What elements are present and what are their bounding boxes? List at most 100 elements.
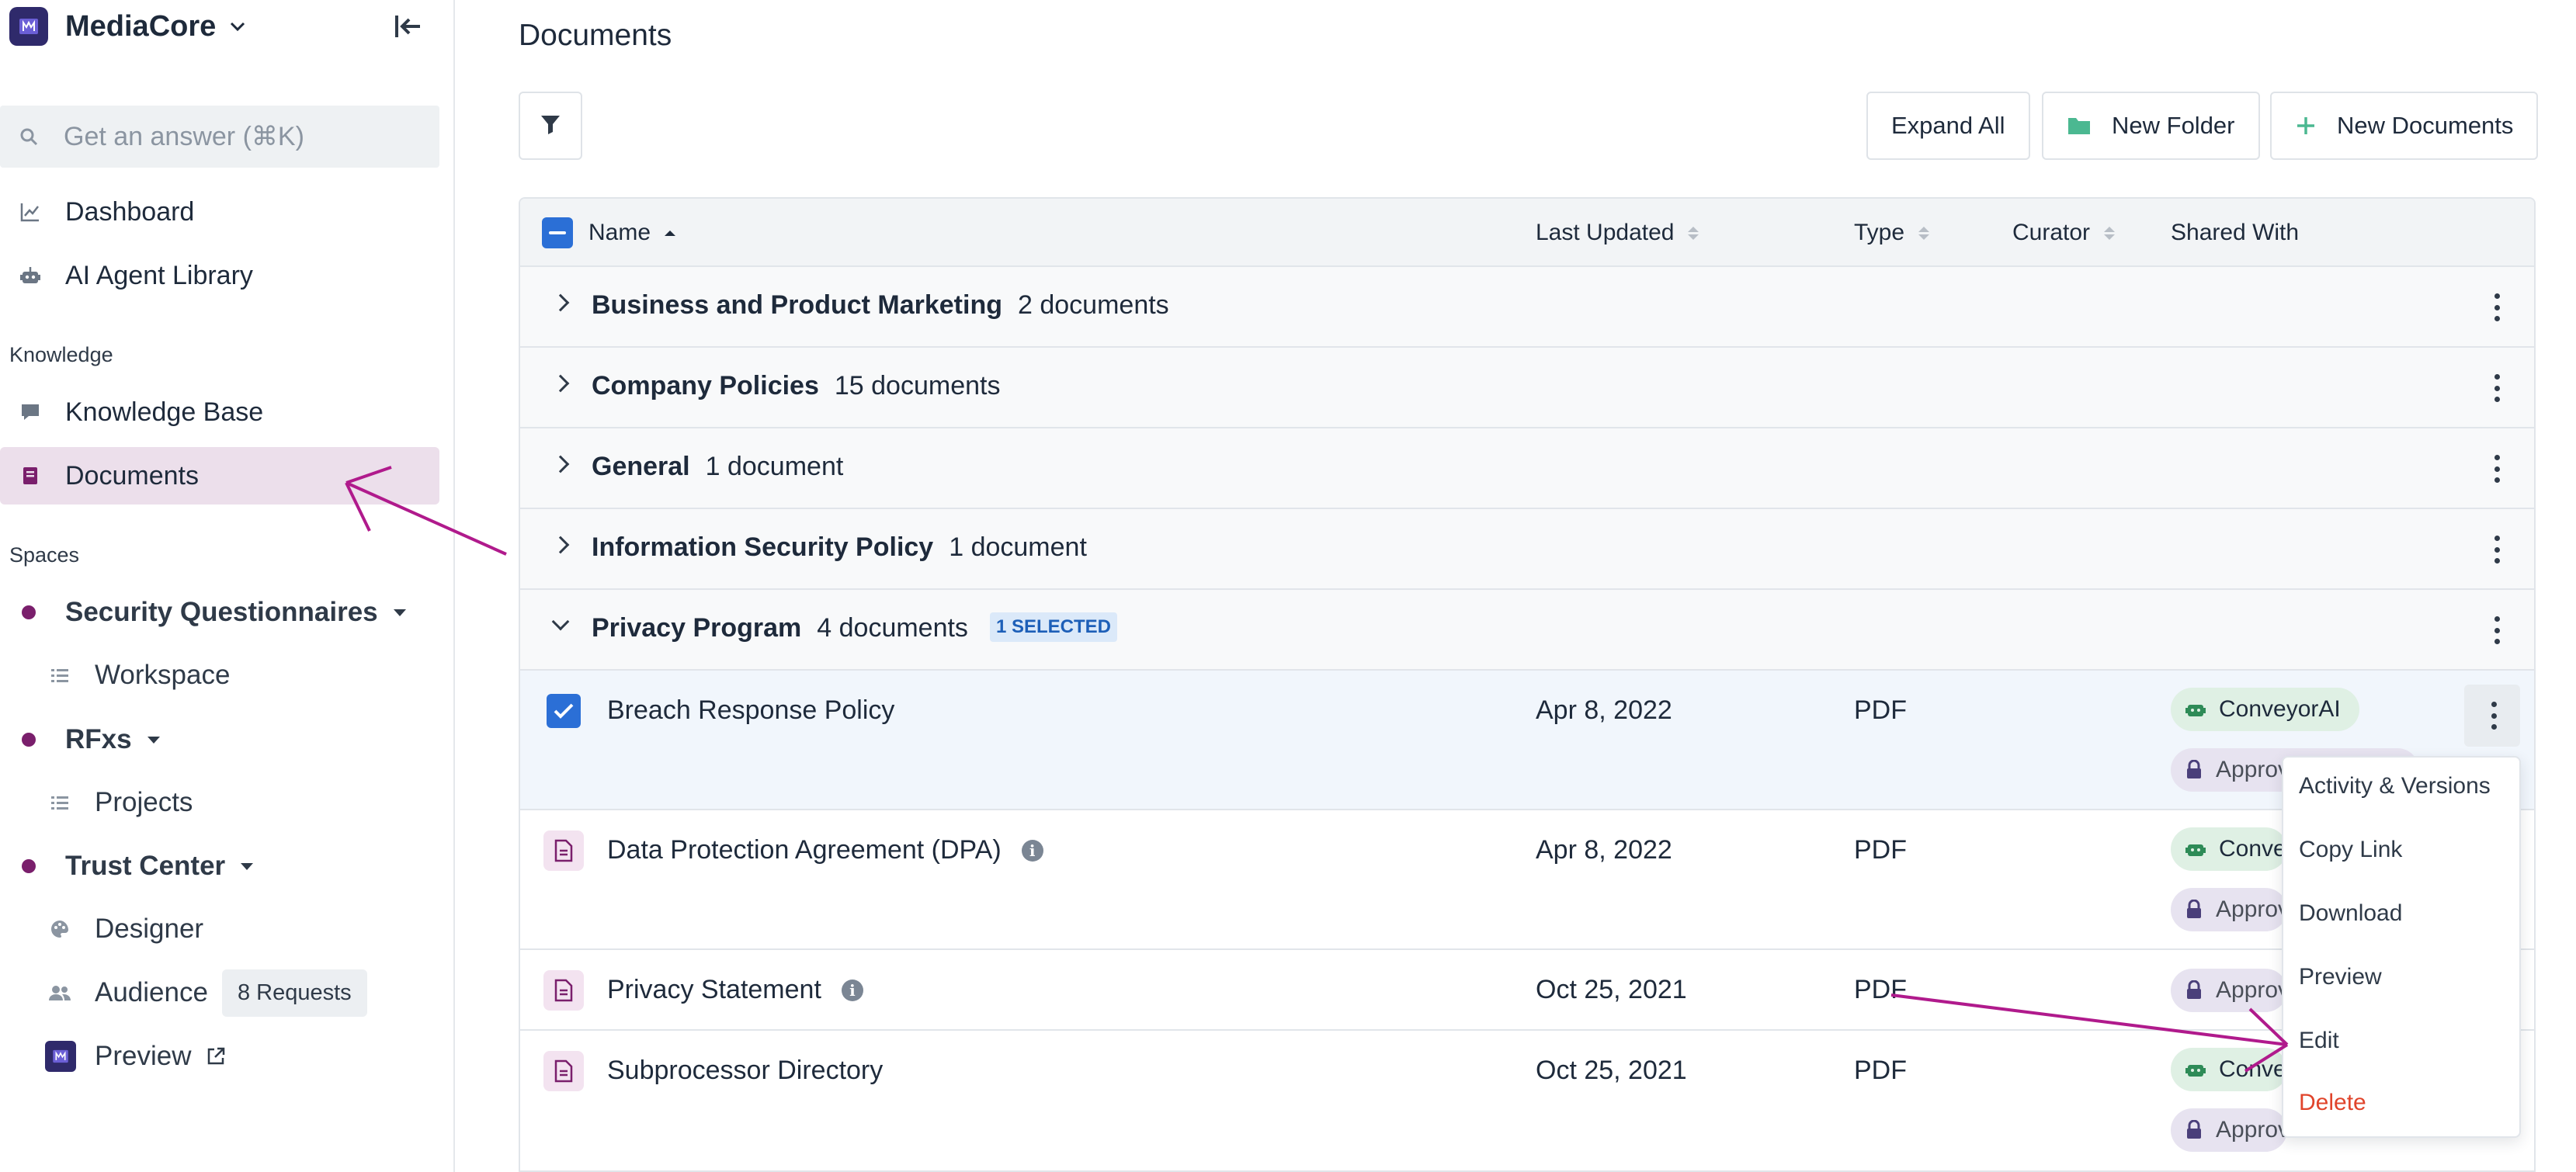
document-name[interactable]: Privacy Statement — [607, 975, 821, 1005]
new-documents-button[interactable]: New Documents — [2270, 92, 2539, 160]
workspace-switcher[interactable]: MediaCore — [9, 5, 247, 48]
sidebar-item-dashboard[interactable]: Dashboard — [0, 183, 439, 241]
more-options-icon[interactable] — [2494, 374, 2500, 402]
column-label: Last Updated — [1536, 220, 1675, 245]
folder-row[interactable]: Business and Product Marketing 2 document… — [520, 267, 2534, 348]
document-icon — [543, 1051, 584, 1091]
page-title: Documents — [519, 19, 672, 52]
document-name[interactable]: Breach Response Policy — [607, 695, 894, 726]
sidebar-item-knowledge-base[interactable]: Knowledge Base — [0, 383, 439, 441]
expand-all-button[interactable]: Expand All — [1866, 92, 2030, 160]
filter-button[interactable] — [519, 92, 582, 160]
robot-icon — [2185, 700, 2206, 719]
new-folder-button[interactable]: New Folder — [2042, 92, 2260, 160]
tag-label: ConveyorAI — [2219, 1056, 2287, 1082]
folder-row[interactable]: General 1 document — [520, 428, 2534, 509]
list-icon — [48, 791, 71, 814]
space-trust-center[interactable]: Trust Center — [0, 839, 254, 893]
document-icon — [543, 830, 584, 871]
info-icon[interactable]: i — [1021, 839, 1043, 862]
menu-item-download[interactable]: Download — [2299, 900, 2402, 927]
tag-label: ConveyorAI — [2219, 696, 2341, 722]
last-updated: Oct 25, 2021 — [1536, 975, 1687, 1004]
sidebar-item-designer[interactable]: Designer — [0, 902, 203, 956]
select-all-checkbox[interactable] — [542, 217, 573, 248]
space-security-questionnaires[interactable]: Security Questionnaires — [0, 585, 406, 640]
caret-down-icon — [393, 609, 406, 616]
menu-item-preview[interactable]: Preview — [2299, 964, 2382, 990]
app-logo-icon — [9, 7, 48, 46]
robot-icon — [2185, 1060, 2206, 1079]
menu-item-edit[interactable]: Edit — [2299, 1028, 2339, 1054]
space-dot — [22, 605, 36, 619]
folder-count: 1 document — [949, 532, 1087, 562]
row-checkbox[interactable] — [547, 694, 581, 728]
chevron-right-icon[interactable] — [551, 536, 570, 554]
sidebar-item-label: Documents — [65, 460, 199, 491]
chevron-right-icon[interactable] — [551, 293, 570, 312]
sidebar-item-workspace[interactable]: Workspace — [0, 648, 230, 702]
new-folder-label: New Folder — [2112, 112, 2235, 139]
table-row[interactable]: Breach Response Policy Apr 8, 2022 PDF C… — [520, 671, 2534, 810]
chevron-right-icon[interactable] — [551, 374, 570, 393]
column-header-last-updated[interactable]: Last Updated — [1536, 199, 1699, 267]
sidebar-item-label: Workspace — [95, 660, 231, 690]
sidebar-item-label: AI Agent Library — [65, 260, 253, 290]
chevron-right-icon[interactable] — [551, 455, 570, 473]
more-options-icon[interactable] — [2494, 616, 2500, 644]
column-header-name[interactable]: Name — [588, 199, 676, 267]
search-input[interactable] — [64, 121, 421, 152]
sidebar-item-projects[interactable]: Projects — [0, 775, 193, 830]
folder-row[interactable]: Information Security Policy 1 document — [520, 509, 2534, 590]
folder-row[interactable]: Privacy Program 4 documents 1 SELECTED — [520, 590, 2534, 671]
folder-count: 4 documents — [817, 613, 968, 643]
list-icon — [48, 664, 71, 687]
documents-table: Name Last Updated Type Curator Shared Wi… — [519, 197, 2536, 1172]
folder-row[interactable]: Company Policies 15 documents — [520, 348, 2534, 428]
sidebar-item-label: Designer — [95, 914, 204, 944]
column-label: Curator — [2012, 220, 2091, 245]
column-header-curator[interactable]: Curator — [2012, 199, 2116, 267]
info-icon[interactable]: i — [841, 979, 863, 1001]
search-box[interactable] — [0, 106, 439, 168]
collapse-sidebar-icon[interactable] — [392, 11, 426, 42]
space-label: Trust Center — [65, 851, 226, 881]
lock-icon — [2185, 1120, 2203, 1140]
tag-label: Approved — [2216, 977, 2287, 1003]
menu-item-activity-versions[interactable]: Activity & Versions — [2299, 773, 2491, 799]
row-menu-button[interactable] — [2464, 685, 2520, 747]
users-icon — [48, 981, 71, 1004]
folder-name: Company Policies — [592, 371, 819, 400]
shared-tag-conveyorai: ConveyorAI — [2171, 827, 2287, 871]
section-label-knowledge: Knowledge — [9, 343, 113, 366]
document-name[interactable]: Subprocessor Directory — [607, 1056, 883, 1086]
sidebar-item-documents[interactable]: Documents — [0, 447, 439, 505]
space-dot — [22, 859, 36, 873]
main-content: Documents Expand All New Folder New Docu… — [457, 0, 2576, 1172]
robot-icon — [19, 264, 42, 287]
menu-item-copy-link[interactable]: Copy Link — [2299, 837, 2402, 863]
search-icon — [19, 127, 39, 147]
sidebar-item-preview[interactable]: Preview — [0, 1029, 227, 1084]
more-options-icon[interactable] — [2494, 455, 2500, 483]
filter-icon — [539, 113, 562, 140]
more-options-icon[interactable] — [2494, 536, 2500, 563]
sidebar-item-ai-agent-library[interactable]: AI Agent Library — [0, 247, 439, 304]
chevron-down-icon[interactable] — [551, 612, 570, 631]
table-row[interactable]: Subprocessor Directory Oct 25, 2021 PDF … — [520, 1031, 2534, 1170]
more-options-icon[interactable] — [2494, 293, 2500, 321]
more-options-icon[interactable] — [2491, 702, 2497, 730]
table-row[interactable]: Privacy Statement i Oct 25, 2021 PDF Appr… — [520, 950, 2534, 1031]
chart-line-icon — [19, 200, 42, 224]
file-type: PDF — [1854, 695, 1907, 725]
sidebar-item-audience[interactable]: Audience 8 Requests — [0, 966, 367, 1020]
last-updated: Apr 8, 2022 — [1536, 695, 1672, 725]
table-row[interactable]: Data Protection Agreement (DPA) i Apr 8, … — [520, 810, 2534, 950]
last-updated: Apr 8, 2022 — [1536, 835, 1672, 865]
new-documents-label: New Documents — [2337, 112, 2514, 139]
space-rfxs[interactable]: RFxs — [0, 713, 160, 767]
menu-item-delete[interactable]: Delete — [2299, 1090, 2366, 1116]
document-name[interactable]: Data Protection Agreement (DPA) — [607, 835, 1002, 865]
caret-down-icon — [147, 736, 160, 744]
column-header-type[interactable]: Type — [1854, 199, 1930, 267]
